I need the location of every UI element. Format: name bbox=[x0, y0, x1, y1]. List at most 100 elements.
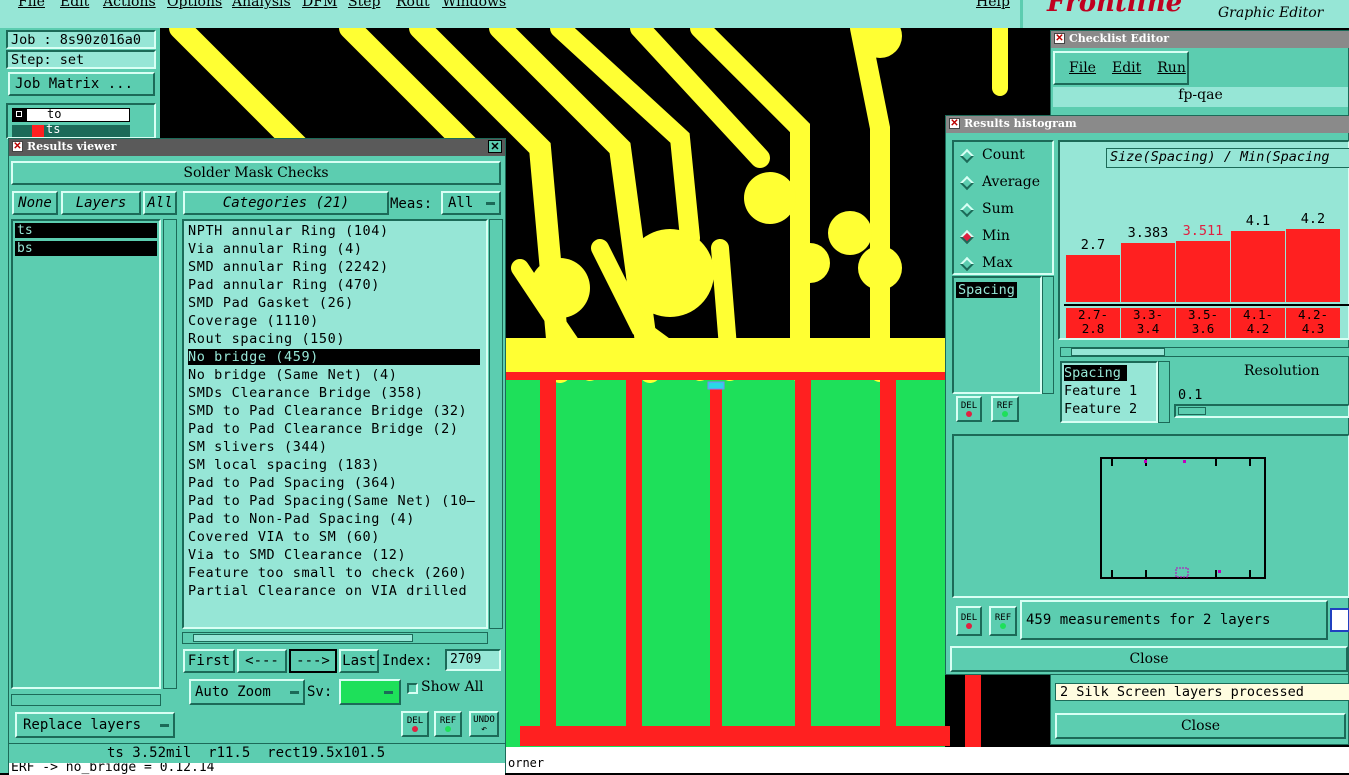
categories-button[interactable]: Categories (21) bbox=[183, 191, 389, 215]
layer-list-item-bs[interactable]: bs bbox=[15, 241, 157, 256]
menu-file[interactable]: File bbox=[18, 0, 45, 10]
results-histogram-titlebar[interactable]: ✕ Results histogram bbox=[946, 116, 1349, 133]
category-item[interactable]: No bridge (459) bbox=[188, 349, 480, 365]
auto-zoom-dropdown[interactable]: Auto Zoom bbox=[189, 679, 305, 705]
category-item[interactable]: Via to SMD Clearance (12) bbox=[188, 547, 480, 563]
checklist-menu-bar: File Edit Run bbox=[1053, 51, 1189, 85]
category-item[interactable]: SM local spacing (183) bbox=[188, 457, 480, 473]
slider-thumb[interactable] bbox=[1178, 407, 1206, 415]
scroll-thumb[interactable] bbox=[193, 634, 413, 642]
last-button[interactable]: Last bbox=[339, 649, 379, 673]
layer-list-vscroll[interactable] bbox=[163, 219, 177, 689]
category-item[interactable]: SM slivers (344) bbox=[188, 439, 480, 455]
undo-button[interactable]: UNDO ↶ bbox=[469, 711, 499, 737]
category-item[interactable]: Feature too small to check (260) bbox=[188, 565, 480, 581]
radio-count[interactable]: Count bbox=[958, 146, 1052, 166]
layer-list-hscroll[interactable] bbox=[11, 694, 161, 706]
hist-del-button[interactable]: DEL bbox=[956, 396, 982, 422]
histogram-report-icon[interactable] bbox=[1330, 608, 1349, 632]
category-item[interactable]: No bridge (Same Net) (4) bbox=[188, 367, 480, 383]
all-layers-button[interactable]: All bbox=[143, 191, 177, 215]
category-item[interactable]: SMD annular Ring (2242) bbox=[188, 259, 480, 275]
category-item[interactable]: SMDs Clearance Bridge (358) bbox=[188, 385, 480, 401]
menu-dfm[interactable]: DFM bbox=[302, 0, 337, 10]
checklist-menu-edit[interactable]: Edit bbox=[1112, 60, 1141, 76]
category-item[interactable]: Pad to Pad Spacing(Same Net) (10̶ bbox=[188, 493, 480, 509]
first-button[interactable]: First bbox=[183, 649, 235, 673]
checklist-editor-titlebar[interactable]: ✕ Checklist Editor bbox=[1051, 31, 1349, 48]
radio-sum[interactable]: Sum bbox=[958, 200, 1052, 220]
hist-ref-button[interactable]: REF bbox=[991, 396, 1019, 422]
none-button[interactable]: None bbox=[12, 191, 58, 215]
category-item[interactable]: Pad to Pad Clearance Bridge (2) bbox=[188, 421, 480, 437]
histogram-bar[interactable] bbox=[1286, 229, 1340, 302]
index-input[interactable]: 2709 bbox=[445, 649, 501, 671]
checkbox-icon[interactable] bbox=[16, 111, 22, 117]
window-menu-icon[interactable]: ✕ bbox=[12, 141, 23, 152]
category-item[interactable]: Via annular Ring (4) bbox=[188, 241, 480, 257]
menu-analysis[interactable]: Analysis bbox=[232, 0, 291, 10]
category-item[interactable]: Partial Clearance on VIA drilled bbox=[188, 583, 480, 599]
layer-row-to[interactable]: to bbox=[12, 107, 130, 122]
ref-button[interactable]: REF bbox=[434, 711, 462, 737]
checklist-menu-file[interactable]: File bbox=[1069, 60, 1096, 76]
menu-actions[interactable]: Actions bbox=[103, 0, 156, 10]
attr-spacing[interactable]: Spacing bbox=[1064, 365, 1127, 381]
category-item[interactable]: Pad to Pad Spacing (364) bbox=[188, 475, 480, 491]
histogram-bar[interactable] bbox=[1231, 231, 1285, 302]
layers-button[interactable]: Layers bbox=[61, 191, 141, 215]
meas-dropdown[interactable]: All bbox=[441, 191, 501, 215]
replace-layers-dropdown[interactable]: Replace layers bbox=[15, 712, 175, 738]
checklist-menu-run[interactable]: Run bbox=[1157, 60, 1186, 76]
job-matrix-button[interactable]: Job Matrix ... bbox=[8, 72, 155, 96]
layer-row-ts[interactable]: ts bbox=[12, 122, 130, 137]
hist-bottom-ref-button[interactable]: REF bbox=[989, 606, 1017, 636]
del-button[interactable]: DEL bbox=[401, 711, 429, 737]
menu-windows[interactable]: Windows bbox=[442, 0, 506, 10]
category-item[interactable]: Pad annular Ring (470) bbox=[188, 277, 480, 293]
layer-list: ts bs bbox=[11, 219, 161, 689]
checklist-close-button[interactable]: Close bbox=[1055, 713, 1346, 739]
histogram-hscroll[interactable] bbox=[1060, 347, 1349, 357]
close-icon[interactable]: ✕ bbox=[488, 140, 502, 153]
histogram-close-button[interactable]: Close bbox=[950, 646, 1348, 672]
category-item[interactable]: Covered VIA to SM (60) bbox=[188, 529, 480, 545]
category-item[interactable]: Coverage (1110) bbox=[188, 313, 480, 329]
window-menu-icon[interactable]: ✕ bbox=[1054, 33, 1065, 44]
resolution-slider[interactable] bbox=[1174, 404, 1349, 418]
hist-bottom-del-button[interactable]: DEL bbox=[956, 606, 982, 636]
attr-feature-2[interactable]: Feature 2 bbox=[1064, 401, 1137, 417]
results-viewer-titlebar[interactable]: ✕ Results viewer ✕ bbox=[9, 139, 505, 156]
attr-select-vscroll[interactable] bbox=[1158, 361, 1170, 423]
attr-feature-1[interactable]: Feature 1 bbox=[1064, 383, 1137, 399]
menu-edit[interactable]: Edit bbox=[60, 0, 89, 10]
histogram-bar[interactable] bbox=[1066, 255, 1120, 302]
histogram-value-label: 4.2 bbox=[1300, 211, 1326, 227]
sv-color-dropdown[interactable] bbox=[339, 679, 401, 705]
histogram-bar[interactable] bbox=[1121, 243, 1175, 302]
histogram-bar[interactable] bbox=[1176, 241, 1230, 302]
show-all-checkbox[interactable] bbox=[407, 683, 418, 694]
attribute-list-vscroll[interactable] bbox=[1042, 276, 1054, 394]
menu-options[interactable]: Options bbox=[167, 0, 222, 10]
categories-vscroll[interactable] bbox=[489, 219, 503, 629]
radio-min[interactable]: Min bbox=[958, 227, 1052, 247]
window-menu-icon[interactable]: ✕ bbox=[949, 118, 960, 129]
categories-hscroll[interactable] bbox=[182, 632, 488, 644]
category-item[interactable]: SMD Pad Gasket (26) bbox=[188, 295, 480, 311]
category-item[interactable]: Rout spacing (150) bbox=[188, 331, 480, 347]
category-item[interactable]: NPTH annular Ring (104) bbox=[188, 223, 480, 239]
category-item[interactable]: Pad to Non-Pad Spacing (4) bbox=[188, 511, 480, 527]
menu-rout[interactable]: Rout bbox=[396, 0, 430, 10]
radio-average[interactable]: Average bbox=[958, 173, 1052, 193]
next-button[interactable]: ---> bbox=[289, 649, 337, 673]
menu-help[interactable]: Help bbox=[976, 0, 1010, 10]
layer-list-item-ts[interactable]: ts bbox=[15, 223, 157, 238]
undo-icon: ↶ bbox=[480, 723, 488, 735]
prev-button[interactable]: <--- bbox=[237, 649, 287, 673]
category-item[interactable]: SMD to Pad Clearance Bridge (32) bbox=[188, 403, 480, 419]
scroll-thumb[interactable] bbox=[1071, 348, 1165, 356]
menu-step[interactable]: Step bbox=[348, 0, 380, 10]
attribute-item-spacing[interactable]: Spacing bbox=[956, 282, 1017, 298]
radio-max[interactable]: Max bbox=[958, 254, 1052, 274]
